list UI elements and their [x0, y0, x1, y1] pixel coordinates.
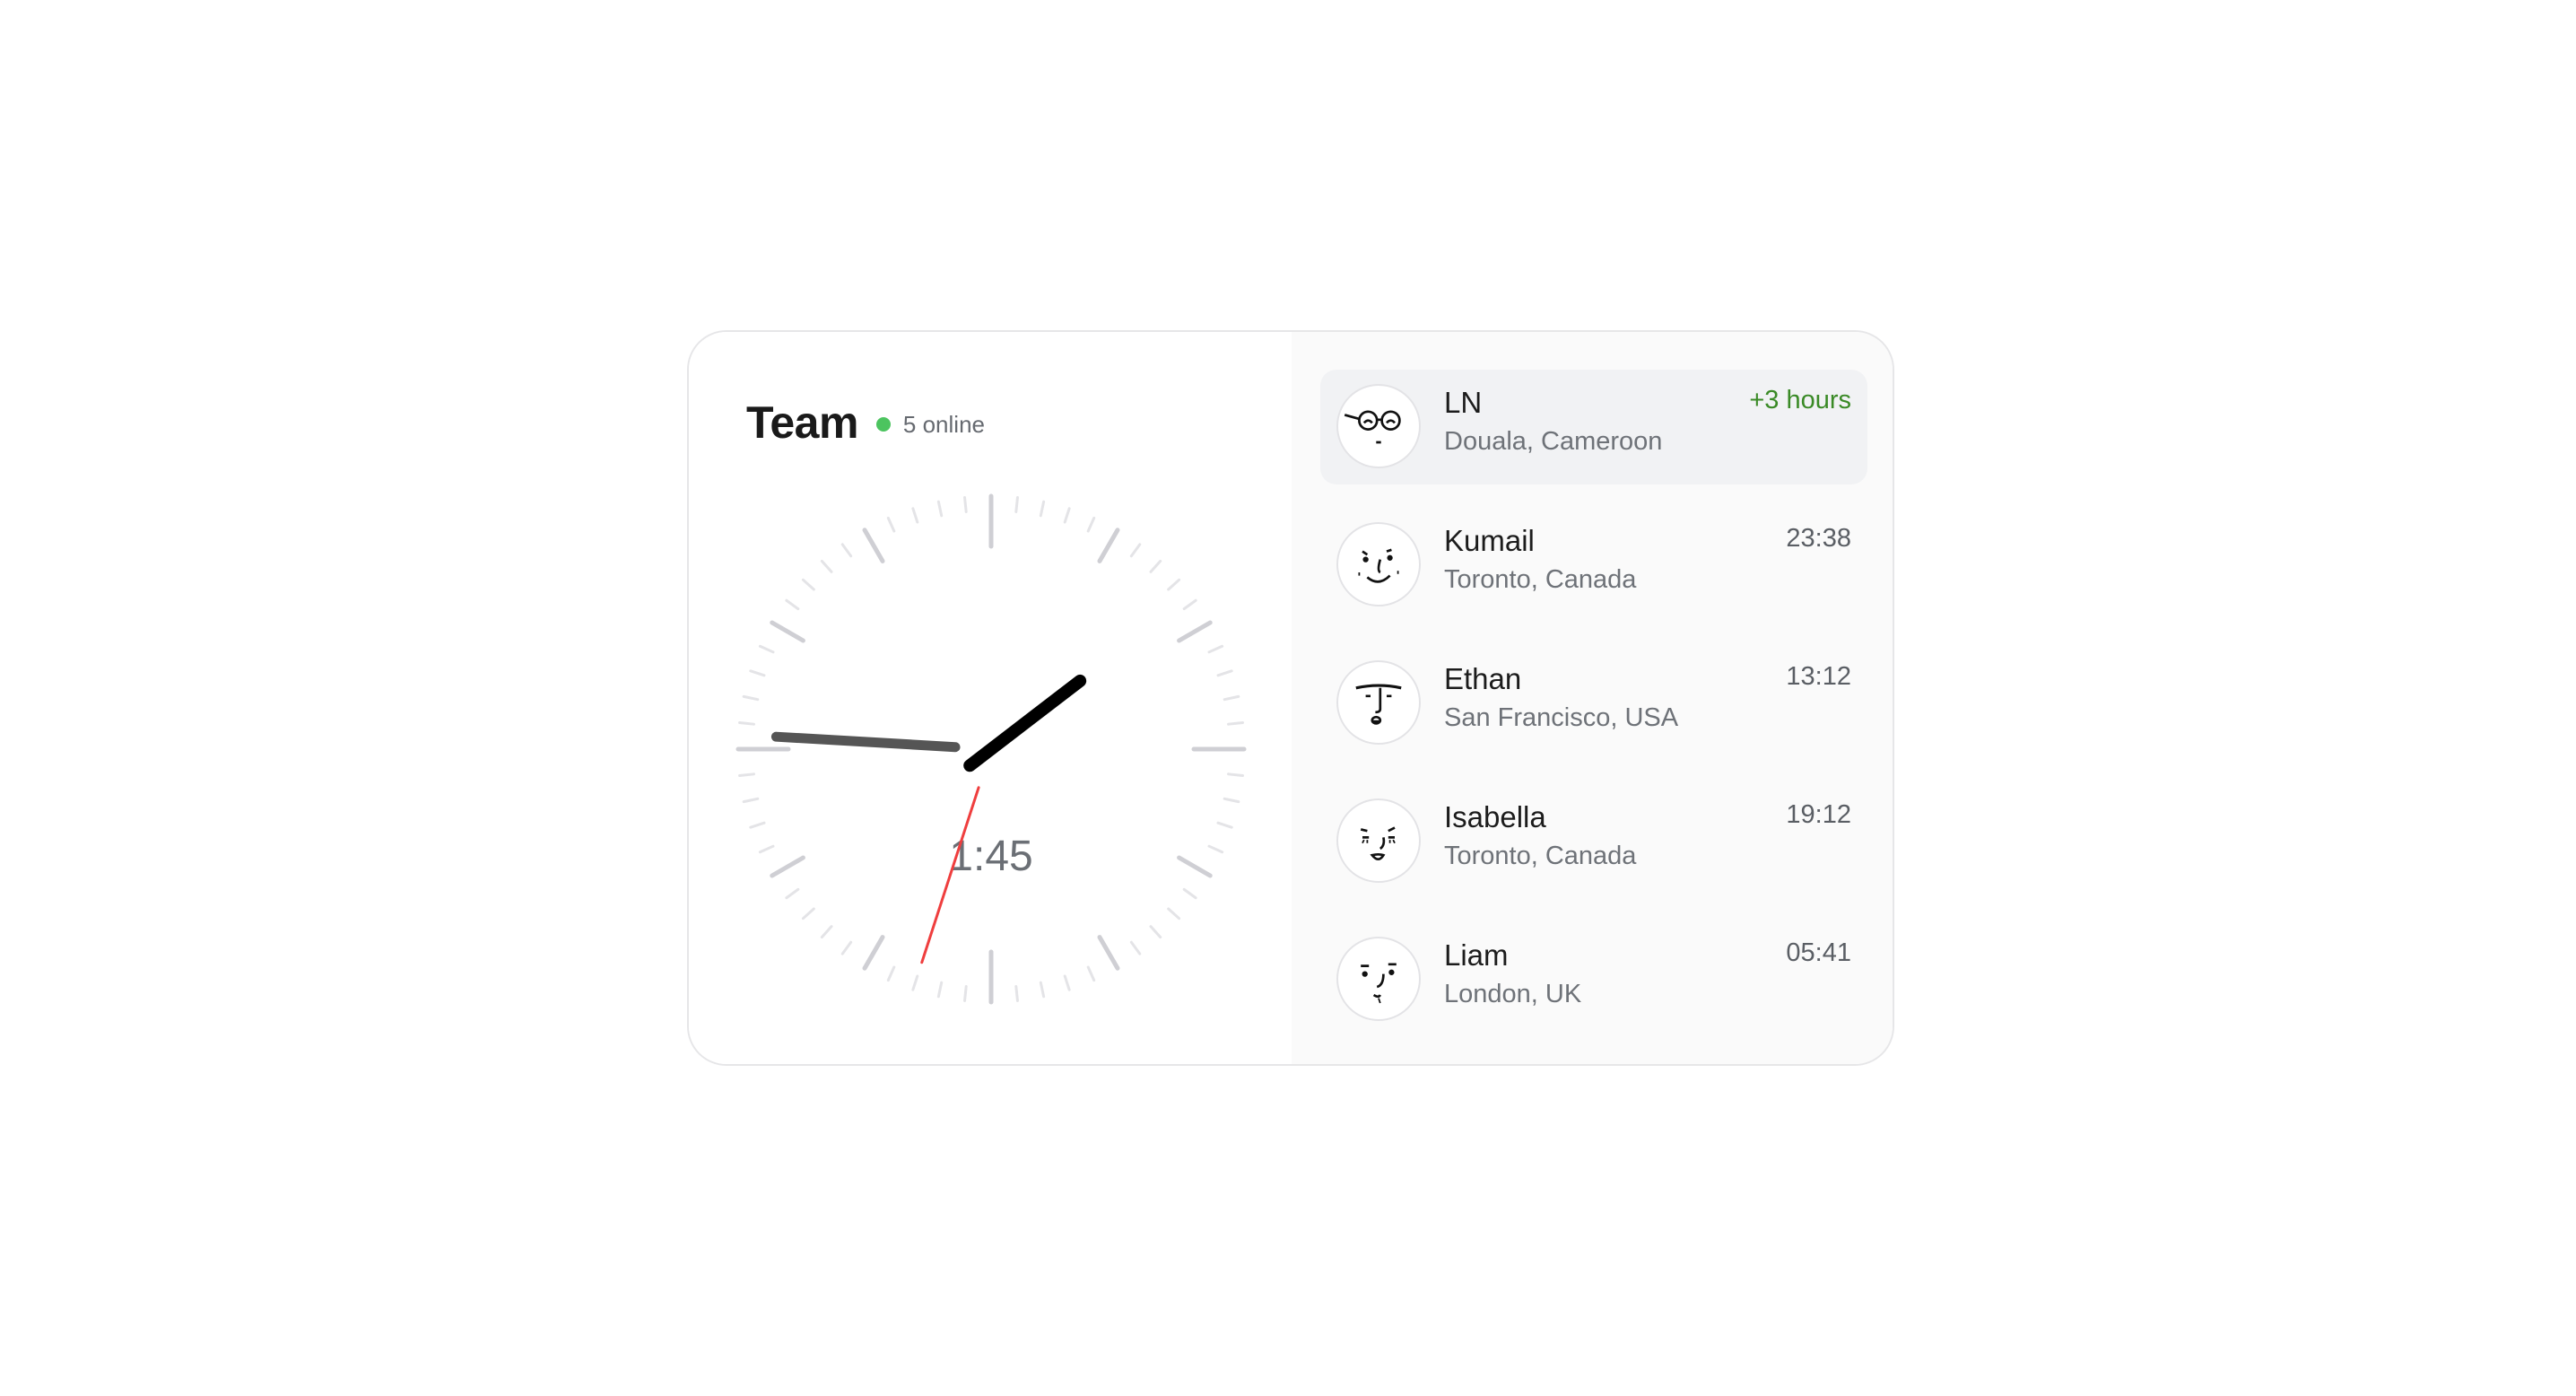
member-location: San Francisco, USA: [1444, 703, 1679, 732]
minor-tick: [1167, 578, 1181, 591]
major-tick: [1097, 935, 1120, 971]
minor-tick: [758, 644, 775, 654]
minor-tick: [1063, 507, 1071, 524]
minor-tick: [1223, 694, 1240, 702]
minor-tick: [738, 721, 755, 726]
major-tick: [1177, 855, 1213, 878]
minor-tick: [785, 598, 800, 611]
minor-tick: [936, 500, 944, 518]
avatar: [1336, 660, 1421, 745]
face-plain-icon: [1361, 963, 1397, 1004]
minor-tick: [936, 981, 944, 999]
minor-tick: [1167, 907, 1181, 920]
member-row-isabella[interactable]: Isabella Toronto, Canada 19:12: [1320, 784, 1867, 899]
member-name: LN: [1444, 386, 1483, 419]
member-local-time: 23:38: [1786, 524, 1851, 553]
minor-tick: [963, 496, 968, 513]
member-local-time: 13:12: [1786, 662, 1851, 691]
minor-tick: [840, 543, 853, 558]
analog-clock: 1:45: [735, 493, 1247, 1005]
member-name: Ethan: [1444, 662, 1522, 695]
team-header: Team 5 online: [746, 391, 985, 454]
online-status-dot: [875, 417, 891, 432]
minor-tick: [911, 974, 919, 991]
major-tick: [862, 528, 885, 563]
minor-tick: [1039, 981, 1046, 999]
minor-tick: [801, 578, 815, 591]
minor-tick: [742, 797, 760, 804]
major-tick: [862, 935, 885, 971]
minor-tick: [963, 985, 968, 1002]
minor-tick: [911, 507, 919, 524]
member-location: Toronto, Canada: [1444, 842, 1637, 870]
minor-tick: [1182, 598, 1197, 611]
major-tick: [1177, 620, 1213, 643]
minor-tick: [1223, 797, 1240, 804]
face-brow-icon: [1355, 684, 1402, 725]
minor-tick: [1129, 543, 1142, 558]
major-tick: [770, 855, 805, 878]
avatar: [1336, 937, 1421, 1021]
hour-hand: [963, 674, 1087, 772]
major-tick: [1097, 528, 1120, 563]
face-smile-icon: [1358, 548, 1399, 583]
minor-tick: [1182, 887, 1197, 900]
minor-tick: [1216, 669, 1233, 677]
minor-tick: [749, 821, 766, 829]
minor-tick: [820, 925, 833, 939]
member-location: Toronto, Canada: [1444, 565, 1637, 594]
minor-tick: [1149, 925, 1162, 939]
minor-tick: [1086, 965, 1096, 982]
member-location: London, UK: [1444, 980, 1582, 1008]
minor-tick: [840, 940, 853, 955]
minor-tick: [785, 887, 800, 900]
minor-tick: [1039, 500, 1046, 518]
member-time-offset: +3 hours: [1749, 386, 1851, 414]
member-row-liam[interactable]: Liam London, UK 05:41: [1320, 922, 1867, 1037]
major-tick: [770, 620, 805, 643]
member-local-time: 19:12: [1786, 800, 1851, 829]
team-title: Team: [746, 397, 858, 448]
minor-tick: [738, 772, 755, 777]
clock-panel: Team 5 online 1:45: [689, 332, 1292, 1064]
minor-tick: [1129, 940, 1142, 955]
minor-tick: [1227, 721, 1244, 726]
member-name: Liam: [1444, 938, 1509, 972]
team-clock-card: Team 5 online 1:45 LN Douala, Cameroon +…: [687, 330, 1894, 1066]
avatar: [1336, 522, 1421, 606]
minor-tick: [749, 669, 766, 677]
minor-tick: [1014, 985, 1019, 1002]
member-row-ln[interactable]: LN Douala, Cameroon +3 hours: [1320, 370, 1867, 484]
member-local-time: 05:41: [1786, 938, 1851, 967]
avatar: [1336, 798, 1421, 883]
minor-tick: [758, 844, 775, 854]
minute-hand: [770, 731, 961, 753]
member-name: Kumail: [1444, 524, 1535, 557]
member-name: Isabella: [1444, 800, 1546, 833]
minor-tick: [886, 965, 896, 982]
minor-tick: [886, 516, 896, 533]
minor-tick: [1063, 974, 1071, 991]
minor-tick: [1207, 844, 1224, 854]
minor-tick: [1149, 559, 1162, 573]
member-row-kumail[interactable]: Kumail Toronto, Canada 23:38: [1320, 508, 1867, 623]
minor-tick: [742, 694, 760, 702]
avatar: [1336, 384, 1421, 468]
team-member-list: LN Douala, Cameroon +3 hours Kumail Toro: [1292, 332, 1893, 1064]
minor-tick: [820, 559, 833, 573]
online-count: 5 online: [902, 410, 985, 438]
minor-tick: [1216, 821, 1233, 829]
minor-tick: [801, 907, 815, 920]
minor-tick: [1014, 496, 1019, 513]
minor-tick: [1227, 772, 1244, 777]
member-location: Douala, Cameroon: [1444, 427, 1663, 456]
face-glasses-icon: [1344, 410, 1401, 444]
face-lashes-icon: [1360, 826, 1396, 861]
minor-tick: [1207, 644, 1224, 654]
member-row-ethan[interactable]: Ethan San Francisco, USA 13:12: [1320, 646, 1867, 761]
minor-tick: [1086, 516, 1096, 533]
